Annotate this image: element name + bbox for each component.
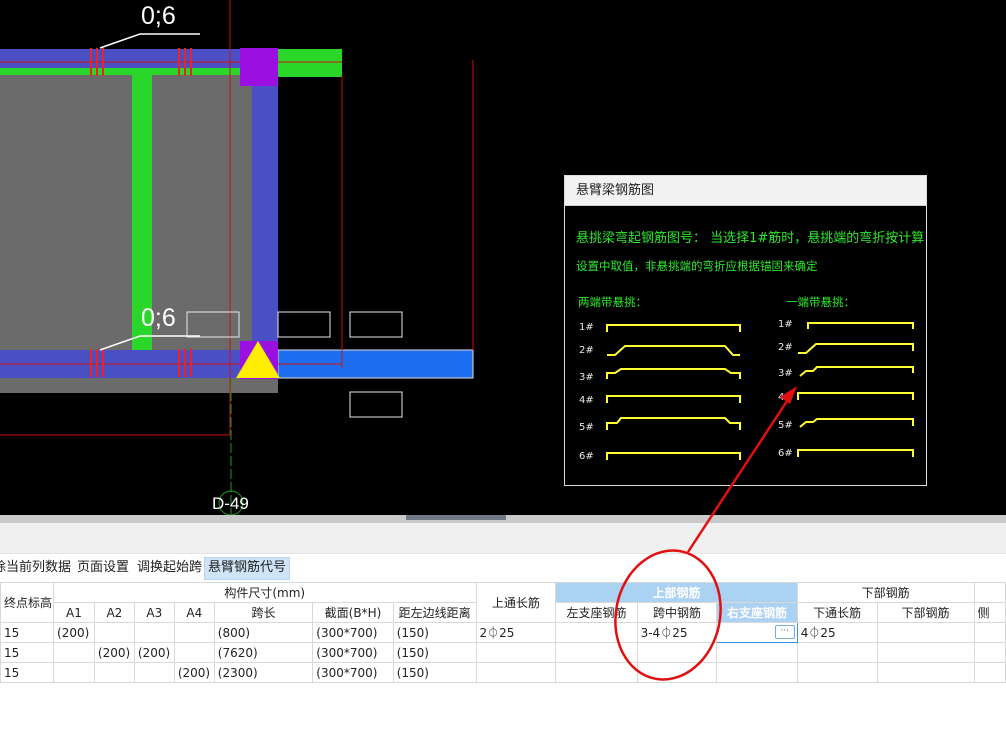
cell-right-support[interactable]: ··· <box>716 622 798 643</box>
panel-header-band <box>0 523 1006 554</box>
span-label-bottom: 0;6 <box>141 304 176 332</box>
cell-section[interactable]: (300*700) <box>312 662 394 683</box>
cell-side[interactable] <box>973 662 1006 683</box>
cell-bottom-through[interactable]: 4⏀25 <box>796 622 878 643</box>
shape-right-2 <box>798 343 914 354</box>
beam-top-cantilever <box>278 49 342 77</box>
table-row[interactable]: 15 (200) (200) (7620) (300*700) (150) <box>0 642 1006 663</box>
cell-mid-span[interactable]: 3-4⏀25 <box>636 622 718 643</box>
page-setup-button[interactable]: 页面设置 <box>74 557 132 578</box>
cell-bottom-through[interactable] <box>796 642 878 663</box>
cell-left-support[interactable] <box>555 662 638 683</box>
beam-span-table: 终点标高 构件尺寸(mm) 上通长筋 上部钢筋 下部钢筋 A1 A2 A3 A4… <box>0 582 1006 683</box>
cell-right-support[interactable] <box>716 642 798 663</box>
header-node-elev[interactable]: 终点标高 <box>0 582 55 623</box>
splitter-grip[interactable] <box>406 515 506 520</box>
pane-splitter[interactable] <box>0 515 1006 523</box>
cell-top-through[interactable]: 2⏀25 <box>475 622 557 643</box>
cell-mid-span[interactable] <box>636 642 718 663</box>
header-a3[interactable]: A3 <box>133 602 175 623</box>
header-top-through[interactable]: 上通长筋 <box>475 582 557 623</box>
cell-a2[interactable] <box>93 622 135 643</box>
cell-a4[interactable] <box>173 622 215 643</box>
cell-elev[interactable]: 15 <box>0 642 55 663</box>
header-a1[interactable]: A1 <box>53 602 95 623</box>
rebar-shape-diagrams <box>606 322 914 460</box>
header-bottom-through[interactable]: 下通长筋 <box>796 602 878 623</box>
header-bottom-rebar-group[interactable]: 下部钢筋 <box>796 582 975 603</box>
swap-start-span-button[interactable]: 调换起始跨 <box>134 557 205 578</box>
cell-a3[interactable] <box>133 622 175 643</box>
support-node-top <box>240 48 278 86</box>
cell-section[interactable]: (300*700) <box>312 642 394 663</box>
table-row[interactable]: 15 (200) (2300) (300*700) (150) <box>0 662 1006 683</box>
cell-bottom-rebar[interactable] <box>876 622 975 643</box>
beam-right <box>252 60 278 360</box>
header-a2[interactable]: A2 <box>93 602 135 623</box>
shape-right-4 <box>797 392 914 400</box>
shape-left-6 <box>606 452 741 460</box>
cell-section[interactable]: (300*700) <box>312 622 394 643</box>
table-row[interactable]: 15 (200) (800) (300*700) (150) 2⏀25 3-4⏀… <box>0 622 1006 643</box>
shape-left-4 <box>606 395 741 403</box>
shape-left-3 <box>606 368 741 379</box>
cell-a4[interactable] <box>173 642 215 663</box>
cell-span[interactable]: (7620) <box>213 642 314 663</box>
cell-mid-span[interactable] <box>636 662 718 683</box>
header-a4[interactable]: A4 <box>173 602 215 623</box>
header-dimensions[interactable]: 构件尺寸(mm) <box>53 582 477 603</box>
cantilever-code-button[interactable]: 悬臂钢筋代号 <box>204 557 291 580</box>
cell-offset[interactable]: (150) <box>392 662 477 683</box>
shape-right-5 <box>799 418 914 428</box>
cell-side[interactable] <box>973 642 1006 663</box>
header-right-support[interactable]: 右支座钢筋 <box>716 602 798 623</box>
header-side[interactable]: 侧 <box>973 602 1006 623</box>
cell-a2[interactable]: (200) <box>93 642 135 663</box>
cell-a1[interactable]: (200) <box>53 622 95 643</box>
ellipsis-button[interactable]: ··· <box>774 625 795 639</box>
cell-a2[interactable] <box>93 662 135 683</box>
shape-right-1 <box>807 322 914 329</box>
cell-elev[interactable]: 15 <box>0 622 55 643</box>
span-label-top: 0;6 <box>141 2 176 30</box>
header-span-length[interactable]: 跨长 <box>213 602 314 623</box>
shape-left-5 <box>606 417 741 430</box>
cell-offset[interactable]: (150) <box>392 642 477 663</box>
cell-a1[interactable] <box>53 642 95 663</box>
cell-offset[interactable]: (150) <box>392 622 477 643</box>
cell-bottom-through[interactable] <box>796 662 878 683</box>
shape-right-6 <box>797 449 914 457</box>
cell-a3[interactable] <box>133 662 175 683</box>
header-mid-span[interactable]: 跨中钢筋 <box>636 602 718 623</box>
cell-side[interactable] <box>973 622 1006 643</box>
cell-elev[interactable]: 15 <box>0 662 55 683</box>
header-left-offset[interactable]: 距左边线距离 <box>392 602 477 623</box>
cell-left-support[interactable] <box>555 622 638 643</box>
cantilever-rebar-dialog[interactable]: 悬臂梁钢筋图 悬挑梁弯起钢筋图号： 当选择1#筋时，悬挑端的弯折按计算 设置中取… <box>564 175 927 486</box>
cell-span[interactable]: (2300) <box>213 662 314 683</box>
header-left-support[interactable]: 左支座钢筋 <box>555 602 638 623</box>
cell-a1[interactable] <box>53 662 95 683</box>
cell-left-support[interactable] <box>555 642 638 663</box>
shape-left-2 <box>607 345 740 356</box>
cell-a3[interactable]: (200) <box>133 642 175 663</box>
cell-bottom-rebar[interactable] <box>876 662 975 683</box>
header-section[interactable]: 截面(B*H) <box>312 602 394 623</box>
clear-column-button[interactable]: 除当前列数据 <box>0 557 74 578</box>
cell-a4[interactable]: (200) <box>173 662 215 683</box>
cell-right-support[interactable] <box>716 662 798 683</box>
grid-toolbar: 除当前列数据 页面设置 调换起始跨 悬臂钢筋代号 <box>0 556 1006 580</box>
cell-top-through[interactable] <box>475 642 557 663</box>
cell-bottom-rebar[interactable] <box>876 642 975 663</box>
header-bottom-rebar[interactable]: 下部钢筋 <box>876 602 975 623</box>
axis-label: D-49 <box>212 494 249 513</box>
cell-span[interactable]: (800) <box>213 622 314 643</box>
shape-left-1 <box>606 324 741 332</box>
shape-right-3 <box>799 366 914 377</box>
cell-top-through[interactable] <box>475 662 557 683</box>
header-top-rebar-group[interactable]: 上部钢筋 <box>555 582 798 603</box>
